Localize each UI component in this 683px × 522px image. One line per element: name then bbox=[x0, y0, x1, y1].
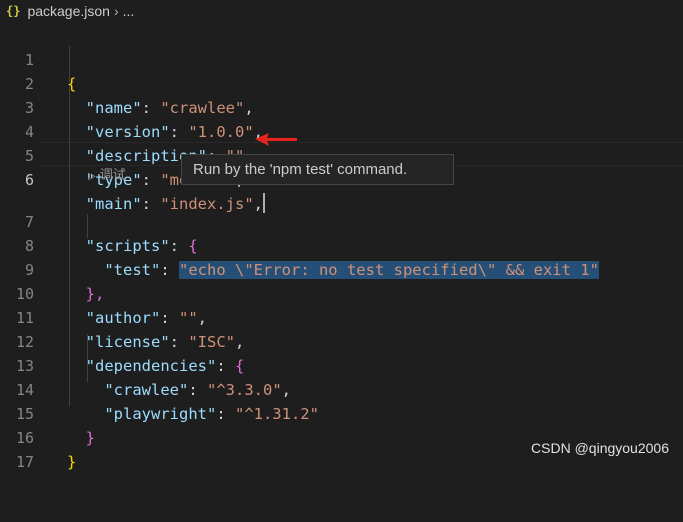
code-line: 16 } bbox=[0, 402, 683, 471]
play-icon: ▷ bbox=[88, 171, 96, 182]
code-line: 10 "author": "", bbox=[0, 258, 683, 327]
hover-tooltip: Run by the 'npm test' command. bbox=[181, 154, 454, 185]
code-line: 13 "crawlee": "^3.3.0", bbox=[0, 330, 683, 399]
watermark: CSDN @qingyou2006 bbox=[531, 440, 669, 456]
breadcrumb: {} package.json › ... bbox=[0, 0, 683, 22]
code-line: 7 "scripts": { bbox=[0, 186, 683, 255]
code-line: 2 "name": "crawlee", bbox=[0, 48, 683, 117]
breadcrumb-more[interactable]: ... bbox=[123, 3, 135, 19]
line-number: 17 bbox=[15, 453, 34, 471]
code-line: 15 } bbox=[0, 378, 683, 447]
code-line: 4 "description": "", bbox=[0, 96, 683, 165]
red-arrow-annotation bbox=[255, 133, 297, 146]
code-line: 1 { bbox=[0, 24, 683, 93]
code-line: 5 "type": "module", bbox=[0, 120, 683, 189]
breadcrumb-file[interactable]: package.json bbox=[27, 3, 110, 19]
code-line: 8 "test": "echo \"Error: no test specifi… bbox=[0, 210, 683, 279]
code-line: 11 "license": "ISC", bbox=[0, 282, 683, 351]
chevron-right-icon: › bbox=[113, 3, 119, 19]
bracket: } bbox=[67, 453, 77, 471]
code-line: 14 "playwright": "^1.31.2" bbox=[0, 354, 683, 423]
code-line: 3 "version": "1.0.0", bbox=[0, 72, 683, 141]
code-editor[interactable]: 1 { 2 "name": "crawlee", 3 "version": "1… bbox=[0, 22, 683, 471]
code-line: 12 "dependencies": { bbox=[0, 306, 683, 375]
code-line: 9 }, bbox=[0, 234, 683, 303]
debug-codelens[interactable]: ▷ 调试 bbox=[88, 165, 126, 185]
codelens-label: 调试 bbox=[99, 167, 126, 182]
json-braces-icon: {} bbox=[6, 4, 21, 18]
arrow-head-icon bbox=[255, 133, 297, 146]
